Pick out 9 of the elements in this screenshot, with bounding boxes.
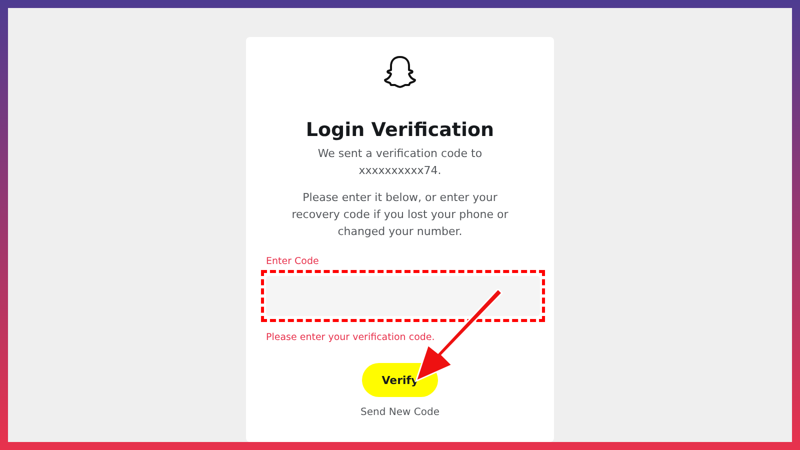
- masked-phone-number: xxxxxxxxxx74.: [358, 163, 442, 179]
- error-message: Please enter your verification code.: [266, 332, 436, 343]
- title: Login Verification: [306, 119, 494, 141]
- field-label: Enter Code: [266, 256, 319, 267]
- sent-message: We sent a verification code to: [316, 146, 484, 162]
- ghost-logo-icon: [383, 55, 417, 91]
- instructions: Please enter it below, or enter your recovery code if you lost your phone or changed your number.: [290, 190, 510, 240]
- send-new-code-link[interactable]: Send New Code: [360, 407, 440, 418]
- code-input-field[interactable]: [266, 276, 540, 316]
